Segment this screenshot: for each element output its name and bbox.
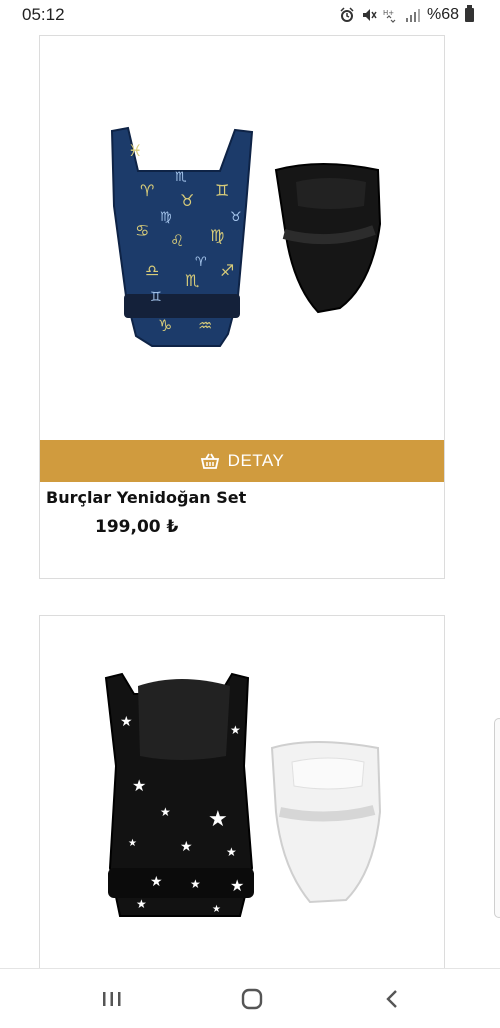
back-icon xyxy=(386,989,397,1008)
recent-apps-button[interactable] xyxy=(72,969,152,1028)
svg-text:♍: ♍ xyxy=(160,210,172,225)
recent-apps-icon xyxy=(103,991,121,1006)
svg-text:★: ★ xyxy=(190,877,201,891)
svg-text:★: ★ xyxy=(120,714,133,730)
shopping-basket-icon xyxy=(200,453,219,469)
back-button[interactable] xyxy=(352,969,432,1028)
product-card: ★ ★ ★ ★ ★ ★ ★ ★ ★ ★ ★ ★ ★ xyxy=(39,615,445,1017)
alarm-icon xyxy=(340,7,354,22)
scroll-handle[interactable] xyxy=(494,718,500,918)
status-icons: H+ %68 xyxy=(339,5,474,24)
product-card: ♈ ♉ ♊ ♋ ♌ ♍ ♎ ♏ ♐ ♑ ♒ ♓ ♍ ♈ ♊ ♉ ♏ DETAY Burçlar Yen… xyxy=(39,35,445,579)
product-image[interactable]: ♈♉♊ ♋♌ ♍ ♎♏♐ ♑ ♒♓ ♍♈♊ ♉♏ xyxy=(40,36,444,440)
svg-text:♋: ♋ xyxy=(135,221,149,240)
svg-text:♉: ♉ xyxy=(180,191,194,210)
product-image[interactable]: ★ ★ ★ ★ ★ ★ ★ ★ ★ ★ ★ ★ ★ xyxy=(40,616,444,968)
svg-text:♓: ♓ xyxy=(128,141,142,160)
svg-text:★: ★ xyxy=(226,845,237,859)
svg-text:♈: ♈ xyxy=(140,181,154,200)
svg-text:♈: ♈ xyxy=(195,255,207,270)
detail-button[interactable]: DETAY xyxy=(40,440,444,482)
home-icon xyxy=(241,988,263,1009)
svg-text:♏: ♏ xyxy=(185,271,199,290)
svg-text:★: ★ xyxy=(180,839,193,855)
detail-button-label: DETAY xyxy=(227,451,285,470)
svg-text:★: ★ xyxy=(230,723,241,737)
svg-text:★: ★ xyxy=(128,838,137,849)
svg-text:♏: ♏ xyxy=(175,170,187,185)
home-button[interactable] xyxy=(212,969,292,1028)
svg-text:♍: ♍ xyxy=(210,226,224,245)
svg-text:★: ★ xyxy=(230,876,244,895)
status-time: 05:12 xyxy=(22,5,65,24)
product-title[interactable]: Burçlar Yenidoğan Set xyxy=(46,488,246,507)
wifi-icon: H+ xyxy=(383,9,396,23)
battery-percent: %68 xyxy=(426,6,459,23)
mute-icon xyxy=(362,9,377,21)
svg-text:♒: ♒ xyxy=(198,316,212,335)
svg-text:★: ★ xyxy=(136,897,147,911)
svg-text:♌: ♌ xyxy=(170,231,184,250)
svg-text:★: ★ xyxy=(150,874,163,890)
svg-text:♊: ♊ xyxy=(150,290,162,305)
svg-text:★: ★ xyxy=(212,904,221,915)
signal-icon xyxy=(405,9,420,22)
svg-text:♐: ♐ xyxy=(220,261,234,280)
svg-text:★: ★ xyxy=(132,776,146,795)
svg-text:♊: ♊ xyxy=(215,181,229,200)
svg-text:♉: ♉ xyxy=(230,210,242,225)
status-bar: 05:12 H+ %68 xyxy=(0,0,500,32)
svg-text:★: ★ xyxy=(160,805,171,819)
product-price: 199,00 ₺ xyxy=(95,517,179,537)
svg-text:♎: ♎ xyxy=(145,261,159,280)
svg-text:♑: ♑ xyxy=(158,316,172,335)
svg-text:★: ★ xyxy=(208,807,228,832)
navigation-bar xyxy=(0,968,500,1028)
battery-icon xyxy=(465,5,474,22)
